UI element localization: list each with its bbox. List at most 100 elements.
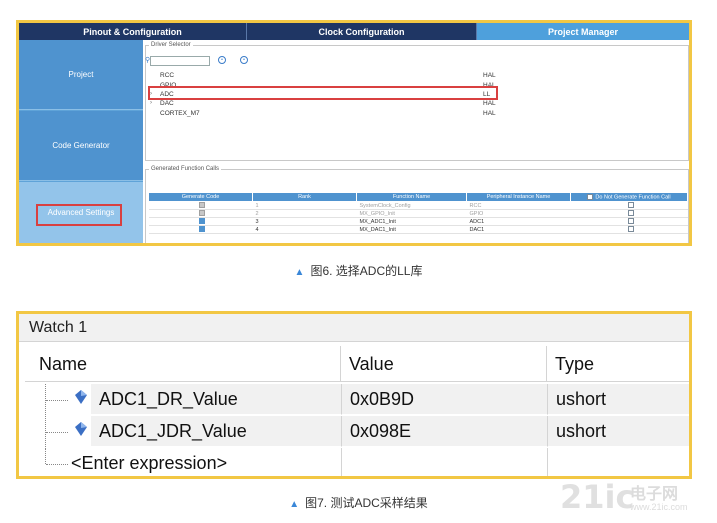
tab-pinout-configuration[interactable]: Pinout & Configuration — [19, 23, 247, 40]
do-not-generate-cell — [570, 225, 688, 234]
watch-name[interactable]: ADC1_JDR_Value — [91, 416, 341, 447]
instance-cell: GPIO — [466, 209, 571, 218]
rank-cell: 3 — [252, 217, 357, 226]
driver-selector-title: Driver Selector — [149, 42, 193, 48]
do-not-generate-cell — [570, 209, 688, 218]
column-header-type[interactable]: Type — [547, 346, 689, 382]
checkbox[interactable] — [627, 218, 634, 225]
variable-icon — [75, 422, 87, 436]
driver-type[interactable]: HAL — [483, 100, 496, 107]
cubemx-project-manager-screenshot: Pinout & Configuration Clock Configurati… — [16, 20, 692, 246]
checkbox[interactable] — [199, 226, 205, 233]
generate-code-cell — [148, 217, 253, 226]
rank-cell: 2 — [252, 209, 357, 218]
checkbox[interactable] — [627, 226, 634, 233]
sidebar-item-project[interactable]: Project — [19, 40, 143, 110]
checkbox-icon[interactable] — [587, 193, 594, 200]
header-peripheral-instance[interactable]: Peripheral Instance Name — [466, 192, 571, 202]
sidebar: Project Code Generator Advanced Settings — [19, 40, 143, 243]
driver-row[interactable]: CORTEX_M7 HAL — [160, 110, 680, 119]
instance-cell: ADC1 — [466, 217, 571, 226]
tree-connector — [45, 384, 71, 415]
watermark-cn: 电子网 — [630, 486, 679, 503]
checkbox — [199, 210, 205, 217]
top-tab-bar: Pinout & Configuration Clock Configurati… — [19, 23, 689, 40]
header-generate-code[interactable]: Generate Code — [148, 192, 253, 202]
checkbox[interactable] — [627, 202, 634, 209]
tree-connector — [45, 416, 71, 447]
watermark-url: www.21ic.com — [630, 502, 688, 512]
table-row[interactable]: 2 MX_GPIO_Init GPIO — [148, 209, 688, 218]
tab-project-manager[interactable]: Project Manager — [477, 23, 689, 40]
do-not-generate-cell — [570, 201, 688, 210]
enter-expression-input[interactable]: <Enter expression> — [69, 448, 341, 476]
generated-function-calls-group: Generated Function Calls Generate Code R… — [145, 166, 689, 243]
search-icon: ⚲ — [145, 57, 151, 64]
column-header-value[interactable]: Value — [341, 346, 547, 382]
triangle-icon: ▲ — [294, 267, 305, 278]
collapse-all-icon[interactable]: • — [240, 56, 248, 64]
column-header-name[interactable]: Name — [25, 346, 341, 382]
watch-value[interactable]: 0x0B9D — [341, 384, 547, 415]
watch-window-title: Watch 1 — [19, 314, 689, 342]
generate-code-cell — [148, 225, 253, 234]
triangle-icon: ▲ — [289, 499, 300, 510]
watch-row[interactable]: ADC1_JDR_Value 0x098E ushort — [25, 416, 689, 447]
driver-row[interactable]: RCC HAL — [160, 72, 680, 81]
table-row[interactable]: 4 MX_DAC1_Init DAC1 — [148, 225, 688, 234]
header-rank[interactable]: Rank — [252, 192, 357, 202]
driver-type[interactable]: HAL — [483, 72, 496, 79]
adc-row-highlight — [148, 86, 498, 100]
generate-code-cell — [148, 201, 253, 210]
instance-cell: RCC — [466, 201, 571, 210]
checkbox[interactable] — [199, 218, 205, 225]
figure6-caption: ▲ 图6. 选择ADC的LL库 — [0, 262, 717, 279]
variable-icon — [75, 390, 87, 404]
driver-name: CORTEX_M7 — [160, 110, 200, 117]
advanced-settings-highlight — [36, 204, 122, 226]
watch-value[interactable]: 0x098E — [341, 416, 547, 447]
empty-type-cell — [547, 448, 689, 476]
instance-cell: DAC1 — [466, 225, 571, 234]
sidebar-item-code-generator[interactable]: Code Generator — [19, 111, 143, 181]
driver-type[interactable]: HAL — [483, 110, 496, 117]
driver-selector-group: Driver Selector ⚲ • • RCC HAL GPIO HAL ›… — [145, 42, 689, 161]
figure6-caption-text: 图6. 选择ADC的LL库 — [310, 264, 423, 278]
generated-calls-table: Generate Code Rank Function Name Periphe… — [148, 192, 688, 234]
do-not-generate-cell — [570, 217, 688, 226]
table-row[interactable]: 3 MX_ADC1_Init ADC1 — [148, 217, 688, 226]
watch-name[interactable]: ADC1_DR_Value — [91, 384, 341, 415]
rank-cell: 4 — [252, 225, 357, 234]
search-input[interactable]: ⚲ — [145, 56, 210, 66]
function-cell: MX_GPIO_Init — [356, 209, 467, 218]
chevron-right-icon[interactable]: › — [150, 100, 152, 106]
function-cell: SystemClock_Config — [356, 201, 467, 210]
figure7-caption-text: 图7. 测试ADC采样结果 — [305, 496, 428, 510]
expand-all-icon[interactable]: • — [218, 56, 226, 64]
enter-expression-row[interactable]: <Enter expression> — [25, 448, 689, 476]
checkbox[interactable] — [627, 210, 634, 217]
watch-type: ushort — [547, 416, 689, 447]
generated-calls-title: Generated Function Calls — [149, 166, 222, 172]
table-row[interactable]: 1 SystemClock_Config RCC — [148, 201, 688, 210]
function-cell: MX_ADC1_Init — [356, 217, 467, 226]
tree-connector — [45, 448, 71, 465]
function-cell: MX_DAC1_Init — [356, 225, 467, 234]
watch-window-screenshot: Watch 1 Name Value Type ADC1_DR_Value 0x… — [16, 311, 692, 479]
rank-cell: 1 — [252, 201, 357, 210]
header-function-name[interactable]: Function Name — [356, 192, 467, 202]
table-header-row: Generate Code Rank Function Name Periphe… — [148, 192, 688, 202]
watch-type: ushort — [547, 384, 689, 415]
driver-row[interactable]: › DAC HAL — [150, 100, 680, 109]
tab-clock-configuration[interactable]: Clock Configuration — [247, 23, 477, 40]
watermark-big: 21ic — [560, 478, 635, 516]
watch-row[interactable]: ADC1_DR_Value 0x0B9D ushort — [25, 384, 689, 415]
checkbox — [199, 202, 205, 209]
watermark-logo: 21ic 电子网 www.21ic.com — [560, 478, 710, 518]
generate-code-cell — [148, 209, 253, 218]
empty-value-cell — [341, 448, 547, 476]
header-do-not-generate[interactable]: Do Not Generate Function Call — [570, 192, 688, 202]
header-do-not-generate-label: Do Not Generate Function Call — [595, 194, 671, 201]
main-panel: Driver Selector ⚲ • • RCC HAL GPIO HAL ›… — [145, 41, 689, 243]
driver-name: RCC — [160, 72, 175, 79]
